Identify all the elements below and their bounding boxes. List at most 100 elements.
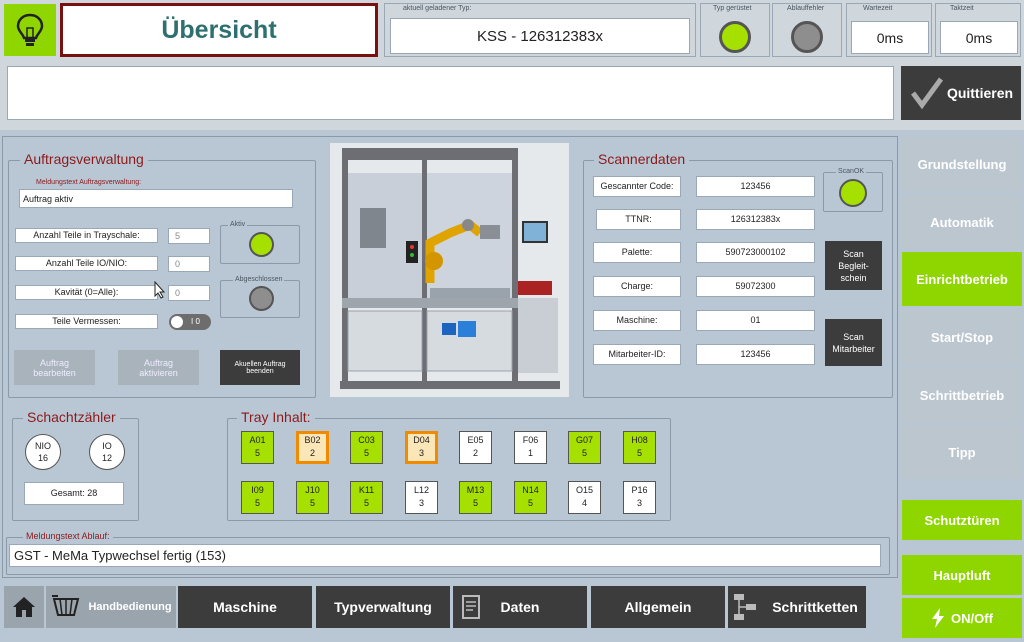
daten-nav-button[interactable]: Daten: [453, 586, 587, 628]
scan-begleitschein-button[interactable]: Scan Begleit- schein: [825, 241, 882, 290]
sidebar-item-grundstellung[interactable]: Grundstellung: [902, 137, 1022, 191]
loaded-type-panel: aktuell geladener Typ: KSS - 126312383x: [384, 3, 696, 57]
tray-cell-count: 5: [636, 448, 642, 458]
tray-cell-count: 5: [309, 498, 315, 508]
maschine-label: Maschine:: [593, 310, 681, 331]
meldung-auftrag-label: Meldungstext Auftragsverwaltung:: [36, 179, 142, 186]
teile-trayschale-input[interactable]: 5: [168, 228, 210, 244]
wartezeit-value: 0ms: [851, 21, 929, 54]
tray-cell-p16[interactable]: P16 3: [623, 481, 656, 514]
teile-vermessen-toggle[interactable]: I 0: [169, 314, 211, 330]
tray-cell-id: N14: [522, 485, 539, 495]
daten-label: Daten: [500, 599, 540, 615]
home-button[interactable]: [4, 586, 44, 628]
cursor-icon: [154, 281, 166, 299]
machine-illustration: [330, 143, 569, 397]
tray-cell-g07[interactable]: G07 5: [568, 431, 601, 464]
tray-cell-f06[interactable]: F06 1: [514, 431, 547, 464]
tray-cell-o15[interactable]: O15 4: [568, 481, 601, 514]
quittieren-button[interactable]: Quittieren: [901, 66, 1021, 120]
schutztueren-button[interactable]: Schutztüren: [902, 500, 1022, 540]
tray-cell-id: M13: [466, 485, 485, 495]
maschine-nav-button[interactable]: Maschine: [178, 586, 312, 628]
onoff-button[interactable]: ON/Off: [902, 598, 1022, 638]
tray-cell-n14[interactable]: N14 5: [514, 481, 547, 514]
loaded-type-value: KSS - 126312383x: [390, 18, 690, 54]
scanok-indicator: [839, 179, 867, 207]
tray-cell-count: 2: [309, 448, 315, 458]
gescannter-code-value: 123456: [696, 176, 815, 197]
tray-cell-l12[interactable]: L12 3: [405, 481, 438, 514]
auftrag-bearbeiten-button[interactable]: Auftrag bearbeiten: [14, 350, 95, 385]
meldung-auftrag-value: Auftrag aktiv: [19, 189, 293, 208]
meldung-ablauf-label: Meldungstext Ablauf:: [23, 531, 113, 541]
quittieren-label: Quittieren: [946, 85, 1014, 101]
tray-cell-j10[interactable]: J10 5: [296, 481, 329, 514]
tray-cell-id: E05: [467, 435, 484, 445]
tray-cell-b02[interactable]: B02 2: [296, 431, 329, 464]
hauptluft-button[interactable]: Hauptluft: [902, 555, 1022, 595]
abgeschlossen-label: Abgeschlossen: [233, 276, 285, 283]
tray-cell-count: 2: [472, 448, 478, 458]
sidebar-item-einrichtbetrieb[interactable]: Einrichtbetrieb: [902, 252, 1022, 306]
schrittketten-icon: [734, 594, 756, 620]
tray-cell-m13[interactable]: M13 5: [459, 481, 492, 514]
taktzeit-label: Taktzeit: [950, 5, 974, 12]
tray-cell-e05[interactable]: E05 2: [459, 431, 492, 464]
sidebar-item-automatik[interactable]: Automatik: [902, 195, 1022, 249]
tray-cell-d04[interactable]: D04 3: [405, 431, 438, 464]
tray-cell-k11[interactable]: K11 5: [350, 481, 383, 514]
teile-io-nio-input[interactable]: 0: [168, 256, 210, 272]
tray-cell-count: 5: [527, 498, 533, 508]
tray-cell-count: 5: [254, 498, 260, 508]
tray-cell-count: 5: [472, 498, 478, 508]
tray-cell-count: 3: [636, 498, 642, 508]
schrittketten-label: Schrittketten: [772, 599, 858, 615]
lightning-icon: [932, 608, 945, 628]
wartezeit-panel: Wartezeit 0ms: [846, 3, 932, 57]
loaded-type-label: aktuell geladener Typ:: [403, 5, 472, 12]
palette-label: Palette:: [593, 242, 681, 263]
tray-inhalt-legend: Tray Inhalt:: [237, 409, 315, 425]
sidebar-item-tipp[interactable]: Tipp: [902, 425, 1022, 479]
handbedienung-button[interactable]: Handbedienung: [46, 586, 176, 628]
tray-cell-i09[interactable]: I09 5: [241, 481, 274, 514]
schrittketten-nav-button[interactable]: Schrittketten: [728, 586, 866, 628]
scannerdaten-legend: Scannerdaten: [594, 151, 690, 167]
palette-value: 590723000102: [696, 242, 815, 263]
schachtzaehler-legend: Schachtzähler: [23, 409, 120, 425]
typverwaltung-nav-button[interactable]: Typverwaltung: [316, 586, 450, 628]
allgemein-nav-button[interactable]: Allgemein: [591, 586, 725, 628]
kavitaet-input[interactable]: 0: [168, 285, 210, 301]
typ-geruestet-indicator: [719, 21, 751, 53]
auftrag-beenden-button[interactable]: Akuellen Auftrag beenden: [220, 350, 300, 385]
wartezeit-label: Wartezeit: [863, 5, 893, 12]
ablauffehler-panel: Ablauffehler: [772, 3, 842, 57]
tray-cell-id: A01: [249, 435, 266, 445]
io-value: 12: [101, 453, 112, 463]
tray-cell-id: K11: [358, 485, 375, 495]
scan-mitarbeiter-button[interactable]: Scan Mitarbeiter: [825, 319, 882, 366]
abgeschlossen-indicator: [249, 286, 274, 311]
scanok-label: ScanOK: [836, 168, 867, 175]
tray-cell-a01[interactable]: A01 5: [241, 431, 274, 464]
gesamt-counter: Gesamt: 28: [24, 482, 124, 505]
checkmark-icon: [910, 77, 943, 110]
tray-cell-h08[interactable]: H08 5: [623, 431, 656, 464]
mitarbeiter-id-label: Mitarbeiter-ID:: [593, 344, 681, 365]
auftrag-aktivieren-button[interactable]: Auftrag aktivieren: [118, 350, 199, 385]
lightbulb-icon: [16, 13, 44, 46]
schachtzaehler-group: [12, 418, 139, 521]
sidebar-item-start-stop[interactable]: Start/Stop: [902, 310, 1022, 364]
tray-cell-id: J10: [305, 485, 320, 495]
lightbulb-button[interactable]: [4, 4, 56, 56]
tray-cell-id: I09: [251, 485, 264, 495]
sidebar-item-schrittbetrieb[interactable]: Schrittbetrieb: [902, 368, 1022, 422]
tray-cell-c03[interactable]: C03 5: [350, 431, 383, 464]
page-title-box: Übersicht: [60, 3, 378, 57]
tray-cell-id: B02: [304, 435, 321, 445]
tray-cell-count: 4: [581, 498, 587, 508]
tray-cell-id: F06: [522, 435, 539, 445]
taktzeit-panel: Taktzeit 0ms: [935, 3, 1021, 57]
ttnr-label: TTNR:: [596, 209, 681, 230]
